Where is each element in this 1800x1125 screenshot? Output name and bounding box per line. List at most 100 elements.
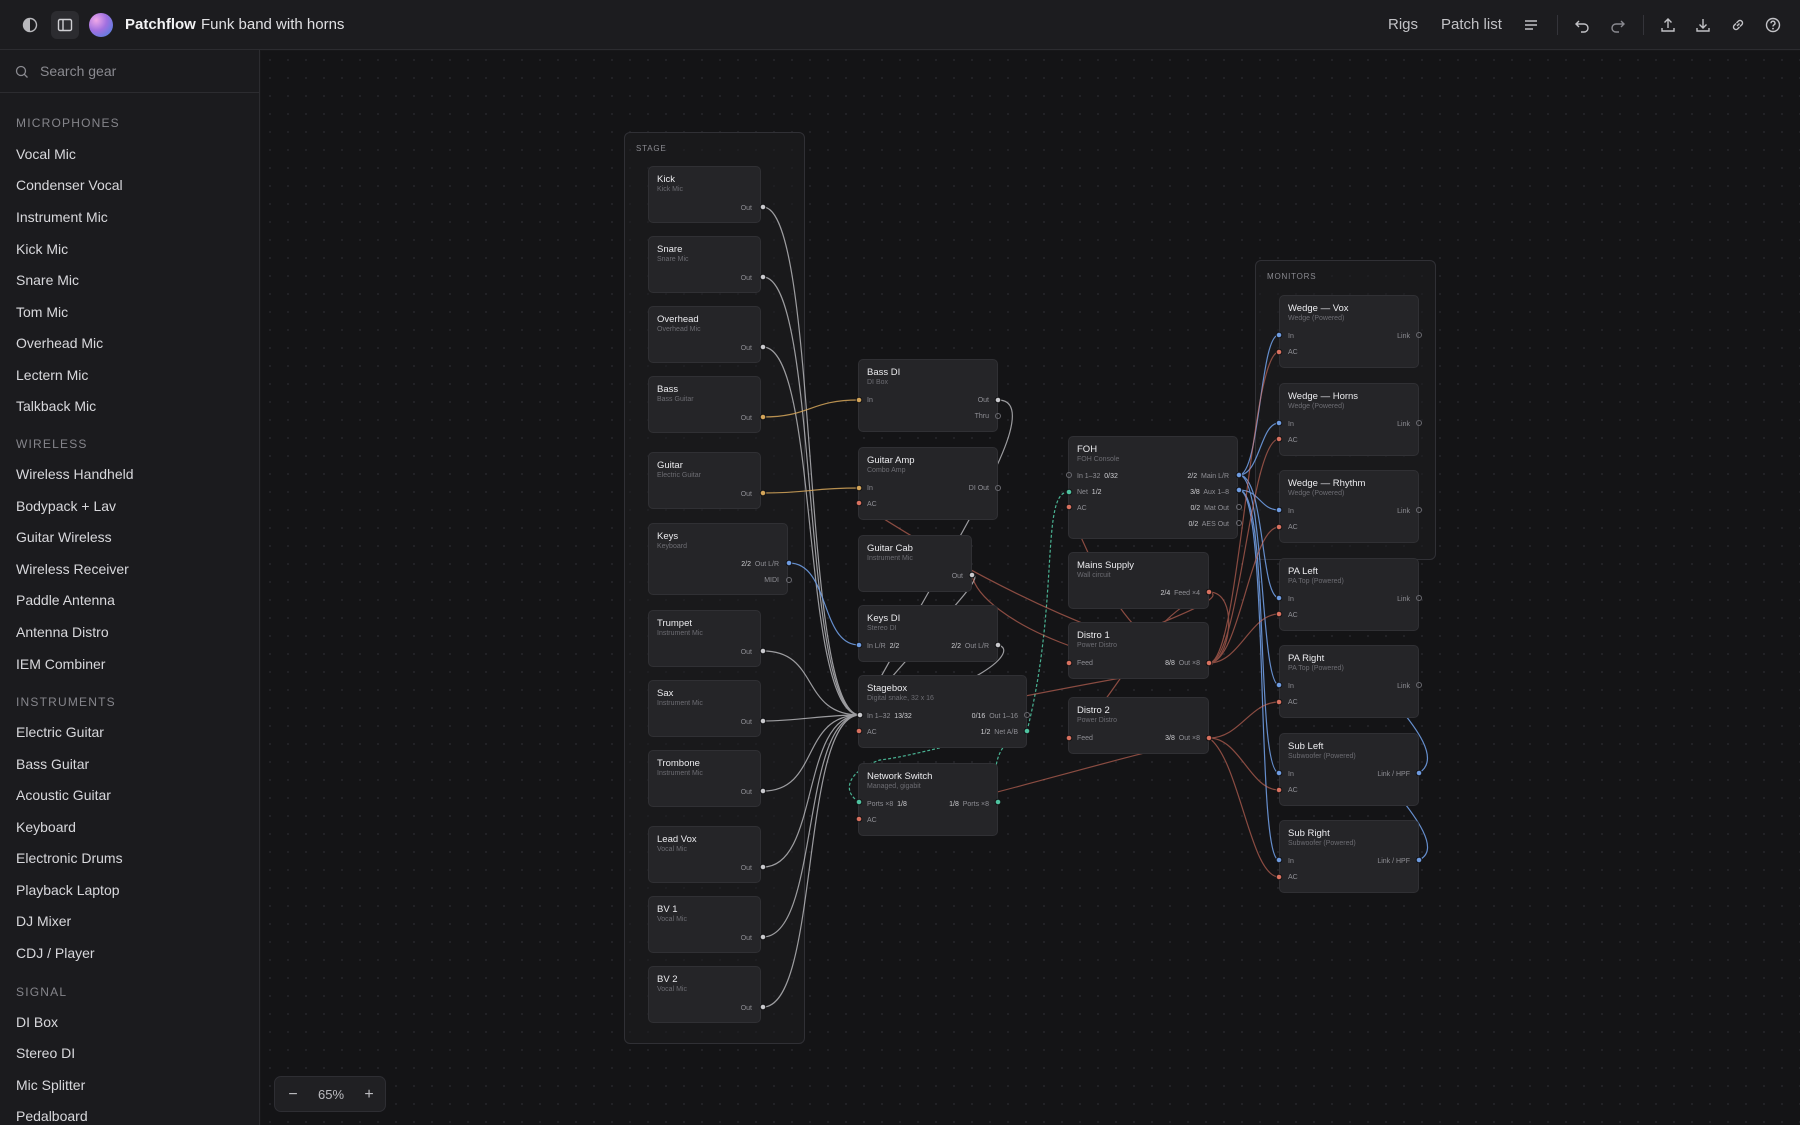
patch-canvas[interactable] bbox=[261, 51, 1800, 1125]
node-subtitle: Electric Guitar bbox=[657, 472, 701, 479]
list-item[interactable]: Mic Splitter bbox=[16, 1077, 85, 1093]
patch-list-link[interactable]: Patch list bbox=[1441, 16, 1502, 33]
node-trumpet[interactable]: Trumpet Instrument Mic Out bbox=[648, 610, 761, 667]
zoom-in-button[interactable]: + bbox=[357, 1083, 381, 1107]
node-keys-di[interactable]: Keys DI Stereo DI In L/R 2/2 2/2 Out L/R bbox=[858, 605, 998, 662]
list-item[interactable]: Bodypack + Lav bbox=[16, 498, 116, 514]
undo-button[interactable] bbox=[1568, 11, 1596, 39]
port-count: 0/2 bbox=[1190, 505, 1201, 512]
node-keys[interactable]: Keys Keyboard 2/2 Out L/R MIDI bbox=[648, 523, 788, 595]
list-item[interactable]: Bass Guitar bbox=[16, 756, 89, 772]
node-overhead[interactable]: Overhead Overhead Mic Out bbox=[648, 306, 761, 363]
port-matrix-label: 0/2 Mat Out bbox=[1190, 504, 1229, 513]
theme-toggle-button[interactable] bbox=[16, 11, 44, 39]
node-stagebox[interactable]: Stagebox Digital snake, 32 x 16 In 1–32 … bbox=[858, 675, 1027, 748]
port-count: 1/8 bbox=[897, 801, 907, 808]
list-item[interactable]: Stereo DI bbox=[16, 1045, 75, 1061]
node-title: Guitar Cab bbox=[867, 543, 913, 554]
list-item[interactable]: Snare Mic bbox=[16, 272, 79, 288]
node-title: PA Right bbox=[1288, 653, 1325, 664]
node-guitar[interactable]: Guitar Electric Guitar Out bbox=[648, 452, 761, 509]
list-item[interactable]: Keyboard bbox=[16, 819, 76, 835]
node-subtitle: FOH Console bbox=[1077, 456, 1120, 463]
port-ac-label: AC bbox=[867, 817, 877, 824]
list-item[interactable]: Electronic Drums bbox=[16, 850, 123, 866]
download-button[interactable] bbox=[1689, 11, 1717, 39]
node-snare[interactable]: Snare Snare Mic Out bbox=[648, 236, 761, 293]
node-pa-left[interactable]: PA Left PA Top (Powered) In Link AC bbox=[1279, 558, 1419, 631]
list-item[interactable]: DJ Mixer bbox=[16, 913, 71, 929]
redo-button[interactable] bbox=[1604, 11, 1632, 39]
port-out-label: 2/2 Out L/R bbox=[951, 642, 989, 651]
node-sax[interactable]: Sax Instrument Mic Out bbox=[648, 680, 761, 737]
list-item[interactable]: Electric Guitar bbox=[16, 724, 104, 740]
list-item[interactable]: Guitar Wireless bbox=[16, 529, 112, 545]
node-network-switch[interactable]: Network Switch Managed, gigabit Ports ×8… bbox=[858, 763, 998, 836]
node-wedge-vox[interactable]: Wedge — Vox Wedge (Powered) In Link AC bbox=[1279, 295, 1419, 368]
list-item[interactable]: Playback Laptop bbox=[16, 882, 120, 898]
list-item[interactable]: Condenser Vocal bbox=[16, 177, 123, 193]
rigs-link[interactable]: Rigs bbox=[1388, 16, 1418, 33]
node-bass-di[interactable]: Bass DI DI Box In Out Thru bbox=[858, 359, 998, 432]
port-count: 2/2 bbox=[889, 643, 900, 650]
node-subtitle: PA Top (Powered) bbox=[1288, 578, 1344, 585]
port-out-label: Out bbox=[740, 345, 752, 352]
node-bv1[interactable]: BV 1 Vocal Mic Out bbox=[648, 896, 761, 953]
node-distro-2[interactable]: Distro 2 Power Distro Feed 3/8 Out ×8 bbox=[1068, 697, 1209, 754]
node-bass[interactable]: Bass Bass Guitar Out bbox=[648, 376, 761, 433]
node-wedge-horns[interactable]: Wedge — Horns Wedge (Powered) In Link AC bbox=[1279, 383, 1419, 456]
list-item[interactable]: Kick Mic bbox=[16, 241, 68, 257]
node-mains-supply[interactable]: Mains Supply Wall circuit 2/4 Feed ×4 bbox=[1068, 552, 1209, 609]
node-subtitle: Wall circuit bbox=[1077, 572, 1111, 579]
port-in-label: In bbox=[867, 397, 873, 404]
search-input[interactable] bbox=[40, 60, 240, 82]
list-item[interactable]: Pedalboard bbox=[16, 1108, 88, 1124]
list-item[interactable]: Instrument Mic bbox=[16, 209, 108, 225]
node-kick[interactable]: Kick Kick Mic Out bbox=[648, 166, 761, 223]
node-guitar-amp[interactable]: Guitar Amp Combo Amp In DI Out AC bbox=[858, 447, 998, 520]
node-foh[interactable]: FOH FOH Console In 1–32 0/32 Net 1/2 AC … bbox=[1068, 436, 1238, 539]
download-icon bbox=[1696, 19, 1710, 32]
share-link-button[interactable] bbox=[1724, 11, 1752, 39]
node-pa-right[interactable]: PA Right PA Top (Powered) In Link AC bbox=[1279, 645, 1419, 718]
port-link-label: Link bbox=[1397, 421, 1410, 428]
menu-button[interactable] bbox=[1517, 11, 1545, 39]
zoom-out-button[interactable]: − bbox=[281, 1083, 305, 1107]
list-item[interactable]: Vocal Mic bbox=[16, 146, 76, 162]
list-item[interactable]: Wireless Receiver bbox=[16, 561, 129, 577]
node-distro-1[interactable]: Distro 1 Power Distro Feed 8/8 Out ×8 bbox=[1068, 622, 1209, 679]
list-item[interactable]: Wireless Handheld bbox=[16, 466, 134, 482]
port-name: Ports ×8 bbox=[962, 801, 989, 808]
list-item[interactable]: IEM Combiner bbox=[16, 656, 105, 672]
port-out-label: 2/2 Out L/R bbox=[741, 560, 779, 569]
list-item[interactable]: Antenna Distro bbox=[16, 624, 109, 640]
port-in-label: In 1–32 0/32 bbox=[1077, 472, 1118, 481]
node-bv2[interactable]: BV 2 Vocal Mic Out bbox=[648, 966, 761, 1023]
port-name: In 1–32 bbox=[867, 713, 891, 720]
port-count: 13/32 bbox=[894, 713, 912, 720]
port-name: Feed ×4 bbox=[1174, 590, 1200, 597]
node-subtitle: Instrument Mic bbox=[657, 700, 703, 707]
list-item[interactable]: CDJ / Player bbox=[16, 945, 95, 961]
list-item[interactable]: Lectern Mic bbox=[16, 367, 88, 383]
help-button[interactable] bbox=[1759, 11, 1787, 39]
list-item[interactable]: Talkback Mic bbox=[16, 398, 96, 414]
node-title: Keys bbox=[657, 531, 679, 542]
node-title: BV 2 bbox=[657, 974, 678, 985]
list-item[interactable]: DI Box bbox=[16, 1014, 58, 1030]
node-title: Sub Right bbox=[1288, 828, 1330, 839]
node-trombone[interactable]: Trombone Instrument Mic Out bbox=[648, 750, 761, 807]
node-sub-right[interactable]: Sub Right Subwoofer (Powered) In Link / … bbox=[1279, 820, 1419, 893]
node-lead-vox[interactable]: Lead Vox Vocal Mic Out bbox=[648, 826, 761, 883]
node-sub-left[interactable]: Sub Left Subwoofer (Powered) In Link / H… bbox=[1279, 733, 1419, 806]
toggle-sidebar-button[interactable] bbox=[51, 11, 79, 39]
list-item[interactable]: Acoustic Guitar bbox=[16, 787, 111, 803]
port-link-label: Link bbox=[1397, 596, 1410, 603]
upload-button[interactable] bbox=[1654, 11, 1682, 39]
document-title[interactable]: Funk band with horns bbox=[201, 16, 344, 33]
list-item[interactable]: Overhead Mic bbox=[16, 335, 103, 351]
node-guitar-cab[interactable]: Guitar Cab Instrument Mic Out bbox=[858, 535, 972, 592]
list-item[interactable]: Paddle Antenna bbox=[16, 592, 115, 608]
list-item[interactable]: Tom Mic bbox=[16, 304, 68, 320]
node-wedge-rhythm[interactable]: Wedge — Rhythm Wedge (Powered) In Link A… bbox=[1279, 470, 1419, 543]
